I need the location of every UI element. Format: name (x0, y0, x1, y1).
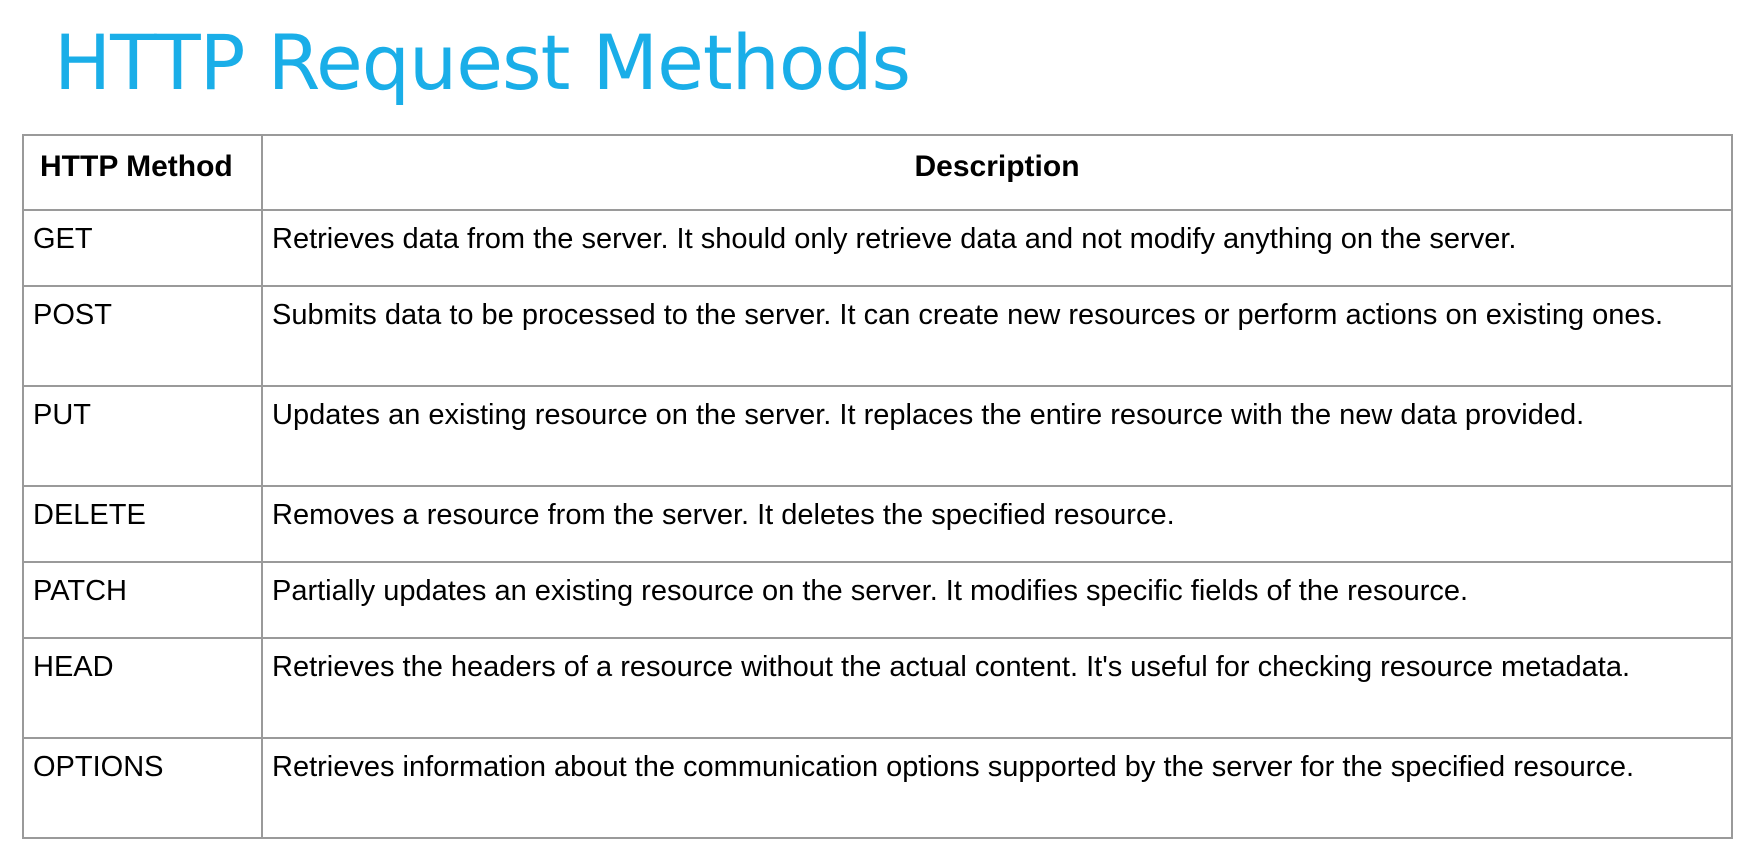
table-body: GET Retrieves data from the server. It s… (22, 209, 1733, 839)
method-cell: HEAD (22, 637, 263, 739)
method-cell: POST (22, 285, 263, 387)
table-header-row: HTTP Method Description (22, 134, 1733, 211)
table-row-put: PUT Updates an existing resource on the … (22, 385, 1733, 487)
table-header: HTTP Method Description (22, 134, 1733, 211)
description-cell: Submits data to be processed to the serv… (261, 285, 1733, 387)
method-cell: PUT (22, 385, 263, 487)
column-header-description: Description (261, 134, 1733, 211)
table-row-patch: PATCH Partially updates an existing reso… (22, 561, 1733, 639)
http-methods-table: HTTP Method Description GET Retrieves da… (22, 134, 1733, 839)
description-cell: Retrieves information about the communic… (261, 737, 1733, 839)
description-cell: Removes a resource from the server. It d… (261, 485, 1733, 563)
description-cell: Retrieves the headers of a resource with… (261, 637, 1733, 739)
method-cell: OPTIONS (22, 737, 263, 839)
method-cell: GET (22, 209, 263, 287)
description-cell: Updates an existing resource on the serv… (261, 385, 1733, 487)
table-row-delete: DELETE Removes a resource from the serve… (22, 485, 1733, 563)
table-row-post: POST Submits data to be processed to the… (22, 285, 1733, 387)
method-cell: DELETE (22, 485, 263, 563)
table-row-get: GET Retrieves data from the server. It s… (22, 209, 1733, 287)
column-header-http-method: HTTP Method (22, 134, 263, 211)
description-cell: Partially updates an existing resource o… (261, 561, 1733, 639)
table-row-head: HEAD Retrieves the headers of a resource… (22, 637, 1733, 739)
slide-title: HTTP Request Methods (54, 18, 911, 107)
table-row-options: OPTIONS Retrieves information about the … (22, 737, 1733, 839)
description-cell: Retrieves data from the server. It shoul… (261, 209, 1733, 287)
method-cell: PATCH (22, 561, 263, 639)
